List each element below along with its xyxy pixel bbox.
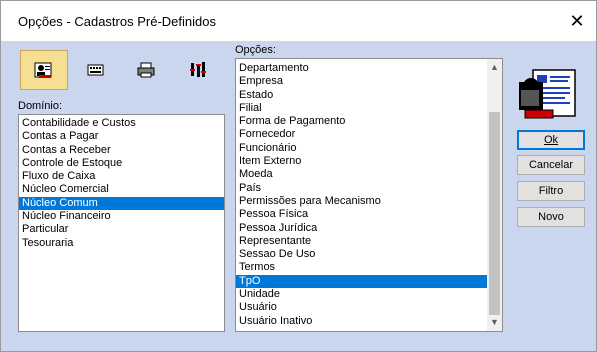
cancelar-button-label: Cancelar [528,159,574,171]
opcoes-list-item[interactable]: Estado [236,89,502,102]
keyboard-icon [87,64,104,76]
dominio-list-item[interactable]: Núcleo Comercial [19,183,224,196]
opcoes-list-item[interactable]: Representante [236,235,502,248]
close-button[interactable]: ✕ [564,8,590,34]
ok-button-label: Ok [543,134,559,146]
dialog-client: Domínio: Contabilidade e Custos Contas a … [1,41,596,351]
cancelar-button[interactable]: Cancelar [517,155,585,175]
opcoes-list-item[interactable]: Moeda [236,168,502,181]
scroll-up-arrow-icon[interactable]: ▲ [487,60,502,75]
dominio-listbox[interactable]: Contabilidade e Custos Contas a Pagar Cont… [18,114,225,332]
dominio-list-item[interactable]: Particular [19,223,224,236]
dominio-list-item[interactable]: Núcleo Comum [19,196,224,211]
filtro-button[interactable]: Filtro [517,181,585,201]
opcoes-list-item[interactable]: País [236,182,502,195]
opcoes-list-item[interactable]: Permissões para Mecanismo [236,195,502,208]
opcoes-list-item[interactable]: Filial [236,102,502,115]
scroll-down-arrow-icon[interactable]: ▼ [487,315,502,330]
opcoes-list-item[interactable]: Unidade [236,288,502,301]
opcoes-list-item[interactable]: Item Externo [236,155,502,168]
ok-button[interactable]: Ok [517,130,585,150]
dominio-list-item[interactable]: Núcleo Financeiro [19,210,224,223]
opcoes-list-item[interactable]: Departamento [236,62,502,75]
opcoes-list-item[interactable]: Pessoa Física [236,208,502,221]
dominio-list-item[interactable]: Contas a Receber [19,144,224,157]
cadastros-icon [517,68,579,130]
opcoes-list-item[interactable]: Usuário [236,301,502,314]
opcoes-list-item[interactable]: Empresa [236,75,502,88]
category-toolbar [18,50,224,92]
filtro-button-label: Filtro [538,185,564,197]
opcoes-list-item[interactable]: TpO [236,274,502,289]
opcoes-list-item[interactable]: Fornecedor [236,128,502,141]
options-dialog: Opções - Cadastros Pré-Definidos ✕ Domín… [0,0,597,352]
novo-button-label: Novo [538,211,564,223]
opcoes-label: Opções: [235,44,276,56]
dominio-label: Domínio: [18,100,63,112]
window-title: Opções - Cadastros Pré-Definidos [18,14,216,29]
opcoes-listbox[interactable]: Departamento Empresa Estado Filial Forma de … [235,58,503,332]
printer-icon [137,62,155,78]
dominio-list-item[interactable]: Contas a Pagar [19,130,224,143]
tool-settings[interactable] [174,50,222,90]
dominio-list-item[interactable]: Tesouraria [19,237,224,250]
title-bar: Opções - Cadastros Pré-Definidos ✕ [1,1,596,41]
dominio-list-item[interactable]: Contabilidade e Custos [19,117,224,130]
opcoes-list-item[interactable]: Termos [236,261,502,274]
opcoes-list-item[interactable]: Sessao De Uso [236,248,502,261]
user-card-icon [34,62,52,78]
dominio-list-item[interactable]: Controle de Estoque [19,157,224,170]
opcoes-list-item[interactable]: Pessoa Jurídica [236,222,502,235]
scroll-thumb[interactable] [489,112,500,315]
tool-user-card[interactable] [20,50,68,90]
tool-printer[interactable] [122,50,170,90]
opcoes-list-item[interactable]: Forma de Pagamento [236,115,502,128]
novo-button[interactable]: Novo [517,207,585,227]
tool-keyboard[interactable] [72,50,120,90]
tools-icon [190,62,206,77]
opcoes-list-item[interactable]: Funcionário [236,142,502,155]
opcoes-list-item[interactable]: Usuário Inativo [236,315,502,328]
dominio-list-item[interactable]: Fluxo de Caixa [19,170,224,183]
opcoes-scrollbar[interactable]: ▲ ▼ [487,59,502,331]
